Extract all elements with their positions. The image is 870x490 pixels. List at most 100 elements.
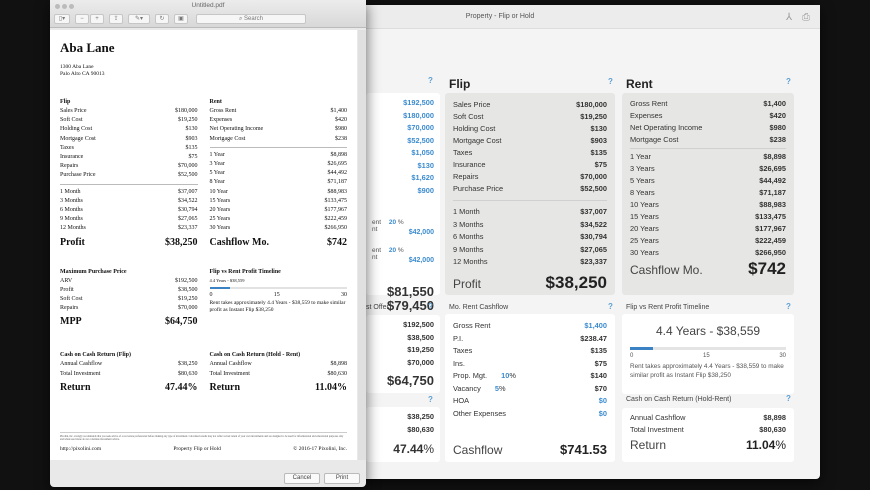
row-label: Net Operating Income: [209, 126, 264, 133]
list-item: Expenses $420: [630, 110, 786, 122]
row-value: $192,500: [403, 320, 434, 329]
row-label: Gross Rent: [209, 108, 237, 114]
list-item: $192,500: [372, 319, 434, 332]
list-item: 15 Years $133,475: [630, 211, 786, 223]
row-value[interactable]: $52,500: [407, 135, 434, 148]
row-value[interactable]: $1,400: [584, 320, 607, 333]
list-item: Holding Cost $130: [453, 123, 607, 135]
scrollbar[interactable]: [358, 30, 366, 460]
row-label: Ins.: [453, 358, 465, 368]
row-pct: [472, 345, 590, 358]
row-value[interactable]: $900: [418, 185, 434, 198]
row-label: Soft Cost: [60, 117, 83, 124]
row-label: 25 Years: [630, 236, 659, 245]
list-item: 3 Months $34,522: [453, 219, 607, 232]
row-pct: [506, 408, 599, 421]
row-label: P.I.: [453, 333, 464, 343]
row-value: $38,500: [178, 286, 198, 293]
row-value: $34,522: [580, 219, 607, 229]
row-label: 12 Months: [60, 225, 86, 232]
list-item: 1 Month $37,007: [453, 206, 607, 219]
cancel-button[interactable]: Cancel: [284, 473, 320, 484]
help-icon[interactable]: ?: [786, 394, 791, 403]
timeline-progress: [630, 347, 786, 350]
row-value: $266,950: [755, 248, 786, 257]
row-value[interactable]: $1,050: [411, 147, 434, 160]
pdf-export-icon[interactable]: ⅄: [786, 12, 792, 23]
row-value: $420: [335, 117, 347, 124]
rotate-icon[interactable]: ↻: [155, 14, 169, 24]
row-value: $903: [590, 136, 607, 145]
print-button[interactable]: Print: [324, 473, 360, 484]
row-value: $1,400: [763, 99, 786, 108]
row-value[interactable]: $180,000: [403, 110, 434, 123]
row-label: Total Investment: [630, 425, 684, 434]
row-value: $135: [590, 148, 607, 157]
row-label: Annual Cashflow: [630, 413, 686, 422]
row-value[interactable]: $0: [599, 395, 607, 408]
list-item: 25 Years $222,459: [210, 215, 348, 224]
purchase-card: $192,500 $180,000 $70,000 $52,500 $1,050 $130…: [366, 93, 440, 313]
row-value[interactable]: $192,500: [403, 97, 434, 110]
help-icon[interactable]: ?: [428, 395, 433, 404]
row-label: 3 Years: [630, 164, 655, 173]
list-item: Taxes $135: [60, 144, 198, 153]
list-item: $70,000: [372, 122, 434, 135]
search-input[interactable]: ⌕ Search: [196, 14, 306, 24]
list-item: 20 Years $177,967: [630, 223, 786, 235]
row-value: $903: [185, 135, 198, 142]
row-value[interactable]: $70,000: [407, 122, 434, 135]
help-icon[interactable]: ?: [786, 77, 791, 86]
row-label: Soft Cost: [453, 112, 484, 121]
row-value: $26,695: [327, 161, 348, 168]
share-icon[interactable]: ⇪: [109, 14, 123, 24]
down-payment-pct[interactable]: 20: [389, 219, 396, 226]
list-item: Purchase Price $52,500: [453, 183, 607, 195]
list-item: 3 Year $26,695: [210, 160, 348, 169]
loan-value[interactable]: $42,000: [409, 257, 434, 264]
list-item: Total Investment $80,630: [630, 424, 786, 436]
mpp-header: st Offer): [366, 304, 392, 311]
list-item: $52,500: [372, 135, 434, 148]
row-value[interactable]: $1,620: [411, 172, 434, 185]
row-value: $75: [594, 358, 607, 368]
row-label: Mortgage Cost: [60, 135, 96, 142]
pdf-preview-window: Untitled.pdf ▯▾ − + ⇪ ✎▾ ↻ ▣ ⌕ Search Ab…: [50, 0, 366, 487]
print-icon[interactable]: ⎙: [802, 12, 810, 23]
disclaimer: Pixolini, Inc. strongly recommends that …: [60, 435, 344, 442]
loan-pct[interactable]: 20: [389, 247, 396, 254]
sidebar-toggle-icon[interactable]: ▯▾: [54, 14, 70, 24]
row-value[interactable]: $130: [418, 160, 434, 173]
help-icon[interactable]: ?: [428, 76, 433, 85]
row-value: $38,250: [178, 361, 198, 368]
help-icon[interactable]: ?: [786, 302, 791, 311]
toolbox-icon[interactable]: ▣: [174, 14, 188, 24]
down-payment-value[interactable]: $42,000: [409, 229, 434, 236]
row-value: $133,475: [755, 212, 786, 221]
help-icon[interactable]: ?: [608, 302, 613, 311]
row-label: Gross Rent: [453, 321, 491, 330]
list-item: 1 Month $37,007: [60, 188, 198, 197]
list-item: 10 Years $88,983: [630, 199, 786, 211]
row-label: Annual Cashflow: [209, 361, 252, 368]
row-label: 3 Months: [453, 219, 484, 229]
list-item: Sales Price $180,000: [60, 107, 198, 116]
help-icon[interactable]: ?: [608, 77, 613, 86]
row-label: 1 Year: [630, 152, 651, 161]
row-value: $177,967: [755, 224, 786, 233]
zoom-out-icon[interactable]: −: [75, 14, 89, 24]
list-item: $38,250: [372, 411, 434, 424]
row-value: $8,898: [763, 152, 786, 161]
help-icon[interactable]: ?: [428, 302, 433, 311]
markup-icon[interactable]: ✎▾: [128, 14, 150, 24]
list-item: 30 Years $266,950: [630, 247, 786, 259]
row-label: 5 Year: [209, 170, 225, 177]
row-value: $70,000: [178, 163, 198, 170]
row-value: $75: [188, 154, 198, 161]
list-item: $19,250: [372, 344, 434, 357]
list-item: P.I. $238.47: [453, 333, 607, 346]
row-value[interactable]: $0: [599, 408, 607, 421]
row-value: $1,400: [330, 108, 348, 114]
zoom-in-icon[interactable]: +: [90, 14, 104, 24]
row-label: 6 Months: [453, 232, 484, 241]
